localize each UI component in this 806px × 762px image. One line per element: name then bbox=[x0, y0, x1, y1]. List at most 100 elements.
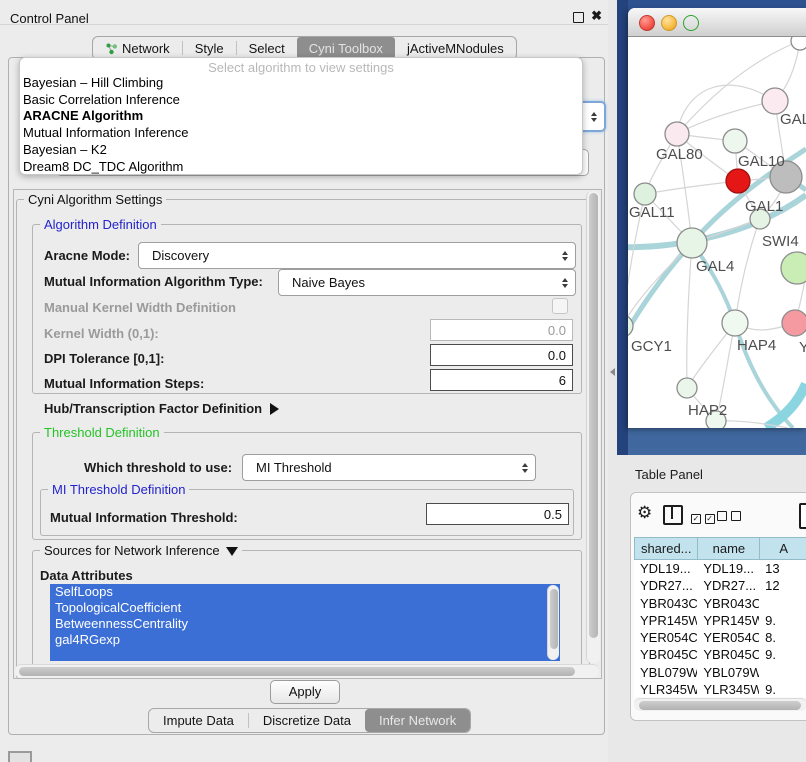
network-graph: GAL GAL80 GAL10 GAL1 GAL11 SWI4 GAL4 GCY… bbox=[628, 37, 806, 428]
group-title: Threshold Definition bbox=[40, 425, 164, 440]
manual-kernel-width-label: Manual Kernel Width Definition bbox=[44, 300, 236, 315]
column-header[interactable]: A bbox=[759, 537, 806, 560]
minimized-panel-icon[interactable] bbox=[8, 751, 32, 762]
node-gal10[interactable] bbox=[723, 129, 747, 153]
traffic-light-zoom-icon[interactable] bbox=[683, 15, 699, 31]
node-label: GAL80 bbox=[656, 146, 703, 163]
table-row[interactable]: YER054CYER054C8. bbox=[634, 629, 806, 646]
attribute-item-selected[interactable]: gal4RGexp bbox=[50, 632, 560, 648]
mi-algorithm-type-combobox[interactable]: Naive Bayes bbox=[278, 269, 576, 296]
network-icon bbox=[105, 42, 118, 55]
group-title: Cyni Algorithm Settings bbox=[24, 192, 166, 207]
table-row[interactable]: YPR145WYPR145W9. bbox=[634, 612, 806, 629]
node-label: HAP4 bbox=[737, 337, 776, 354]
attribute-item-selected[interactable]: TopologicalCoefficient bbox=[50, 600, 560, 616]
sources-disclosure[interactable]: Sources for Network Inference bbox=[40, 543, 242, 558]
node-gal1[interactable] bbox=[726, 169, 750, 193]
tab-infer-network[interactable]: Infer Network bbox=[365, 709, 470, 732]
node-gal4[interactable] bbox=[677, 228, 707, 258]
group-title: MI Threshold Definition bbox=[48, 482, 189, 497]
scrollbar-thumb[interactable] bbox=[550, 589, 558, 649]
network-canvas[interactable]: GAL GAL80 GAL10 GAL1 GAL11 SWI4 GAL4 GCY… bbox=[628, 37, 806, 428]
traffic-light-close-icon[interactable] bbox=[639, 15, 655, 31]
field-value: 0.5 bbox=[544, 507, 562, 522]
mi-algorithm-type-label: Mutual Information Algorithm Type: bbox=[44, 274, 263, 289]
close-icon[interactable]: ✖ bbox=[591, 8, 602, 24]
gear-icon[interactable]: ⚙ bbox=[637, 503, 652, 523]
column-header[interactable]: name bbox=[697, 537, 759, 560]
algorithm-dropdown-popup: Select algorithm to view settings Bayesi… bbox=[19, 57, 583, 175]
node-hap4[interactable] bbox=[722, 310, 748, 336]
node[interactable] bbox=[791, 37, 806, 50]
manual-kernel-width-checkbox[interactable] bbox=[552, 298, 568, 314]
node-hap2[interactable] bbox=[677, 378, 697, 398]
tab-label: Impute Data bbox=[163, 713, 234, 728]
panel-splitter[interactable] bbox=[608, 0, 617, 762]
table-row[interactable]: YBL079WYBL079W bbox=[634, 664, 806, 681]
settings-vertical-scrollbar[interactable] bbox=[586, 191, 600, 663]
sources-title: Sources for Network Inference bbox=[44, 543, 220, 558]
aracne-mode-combobox[interactable]: Discovery bbox=[138, 242, 576, 269]
data-attributes-label: Data Attributes bbox=[40, 568, 133, 583]
algorithm-option[interactable]: Dream8 DC_TDC Algorithm bbox=[20, 158, 582, 175]
table-row[interactable]: YBR045CYBR045C9. bbox=[634, 646, 806, 663]
node[interactable] bbox=[782, 310, 806, 336]
panel-title: Control Panel bbox=[10, 11, 89, 26]
algorithm-option[interactable]: Basic Correlation Inference bbox=[20, 92, 582, 109]
hub-definition-disclosure[interactable]: Hub/Transcription Factor Definition bbox=[44, 401, 279, 416]
settings-horizontal-scrollbar[interactable] bbox=[15, 664, 599, 678]
dpi-tolerance-field[interactable]: 0.0 bbox=[430, 344, 573, 366]
table-row[interactable]: YBR043CYBR043C bbox=[634, 595, 806, 612]
tab-select[interactable]: Select bbox=[237, 37, 297, 59]
mi-threshold-field[interactable]: 0.5 bbox=[426, 503, 569, 525]
algorithm-option[interactable]: Bayesian – Hill Climbing bbox=[20, 75, 582, 92]
attribute-item-selected[interactable]: SelfLoops bbox=[50, 584, 560, 600]
apply-button[interactable]: Apply bbox=[270, 680, 340, 704]
splitter-collapse-icon[interactable] bbox=[610, 368, 615, 376]
float-window-icon[interactable] bbox=[573, 12, 584, 23]
node-label: HAP2 bbox=[688, 402, 727, 419]
tab-network[interactable]: Network bbox=[93, 37, 182, 59]
kernel-width-field[interactable]: 0.0 bbox=[430, 319, 573, 341]
spinner-arrows-icon bbox=[562, 243, 568, 268]
scrollbar-thumb[interactable] bbox=[19, 667, 575, 676]
which-threshold-combobox[interactable]: MI Threshold bbox=[242, 454, 536, 481]
node-gal11[interactable] bbox=[634, 183, 656, 205]
scrollbar-thumb[interactable] bbox=[589, 193, 598, 638]
table-row[interactable]: YDL19...YDL19...13 bbox=[634, 560, 806, 577]
algorithm-option[interactable]: Bayesian – K2 bbox=[20, 142, 582, 159]
network-window-titlebar[interactable] bbox=[628, 8, 806, 37]
list-vertical-scrollbar[interactable] bbox=[547, 585, 559, 660]
node-gal80[interactable] bbox=[665, 122, 689, 146]
traffic-light-minimize-icon[interactable] bbox=[661, 15, 677, 31]
tab-jactivemnodules[interactable]: jActiveMNodules bbox=[395, 37, 516, 59]
table-panel-title: Table Panel bbox=[635, 467, 703, 482]
node-table: shared... name A YDL19...YDL19...13 YDR2… bbox=[634, 537, 806, 697]
table-panel: Table Panel ⚙ ✓ ✓ shared... name A YDL19 bbox=[617, 455, 806, 762]
table-horizontal-scrollbar[interactable] bbox=[634, 698, 806, 711]
network-window[interactable]: GAL GAL80 GAL10 GAL1 GAL11 SWI4 GAL4 GCY… bbox=[628, 8, 806, 428]
scrollbar-thumb[interactable] bbox=[639, 701, 801, 710]
table-row[interactable]: YDR27...YDR27...12 bbox=[634, 577, 806, 594]
node[interactable] bbox=[781, 252, 806, 284]
group-title: Algorithm Definition bbox=[40, 217, 161, 232]
algorithm-option-selected[interactable]: ARACNE Algorithm bbox=[20, 108, 582, 125]
table-row[interactable]: YLR345WYLR345W9. bbox=[634, 681, 806, 697]
tab-impute-data[interactable]: Impute Data bbox=[149, 709, 248, 732]
clear-all-checks-icon[interactable] bbox=[717, 509, 741, 524]
algorithm-option[interactable]: Mutual Information Inference bbox=[20, 125, 582, 142]
node-label: GCY1 bbox=[631, 338, 672, 355]
attribute-item-selected[interactable]: BetweennessCentrality bbox=[50, 616, 560, 632]
column-selector-icon[interactable] bbox=[663, 505, 683, 525]
column-header[interactable]: shared... bbox=[634, 537, 697, 560]
tab-discretize-data[interactable]: Discretize Data bbox=[249, 709, 365, 732]
mi-steps-field[interactable]: 6 bbox=[430, 369, 573, 391]
tab-cyni-toolbox[interactable]: Cyni Toolbox bbox=[297, 37, 395, 59]
select-all-checks-icon[interactable]: ✓ ✓ bbox=[691, 509, 715, 524]
combobox-value: Discovery bbox=[139, 248, 209, 263]
control-panel-titlebar: Control Panel ✖ bbox=[0, 0, 608, 25]
tab-style[interactable]: Style bbox=[183, 37, 236, 59]
tab-label: jActiveMNodules bbox=[407, 41, 504, 56]
export-table-icon[interactable] bbox=[799, 503, 806, 529]
disclosure-triangle-right-icon bbox=[270, 403, 279, 415]
